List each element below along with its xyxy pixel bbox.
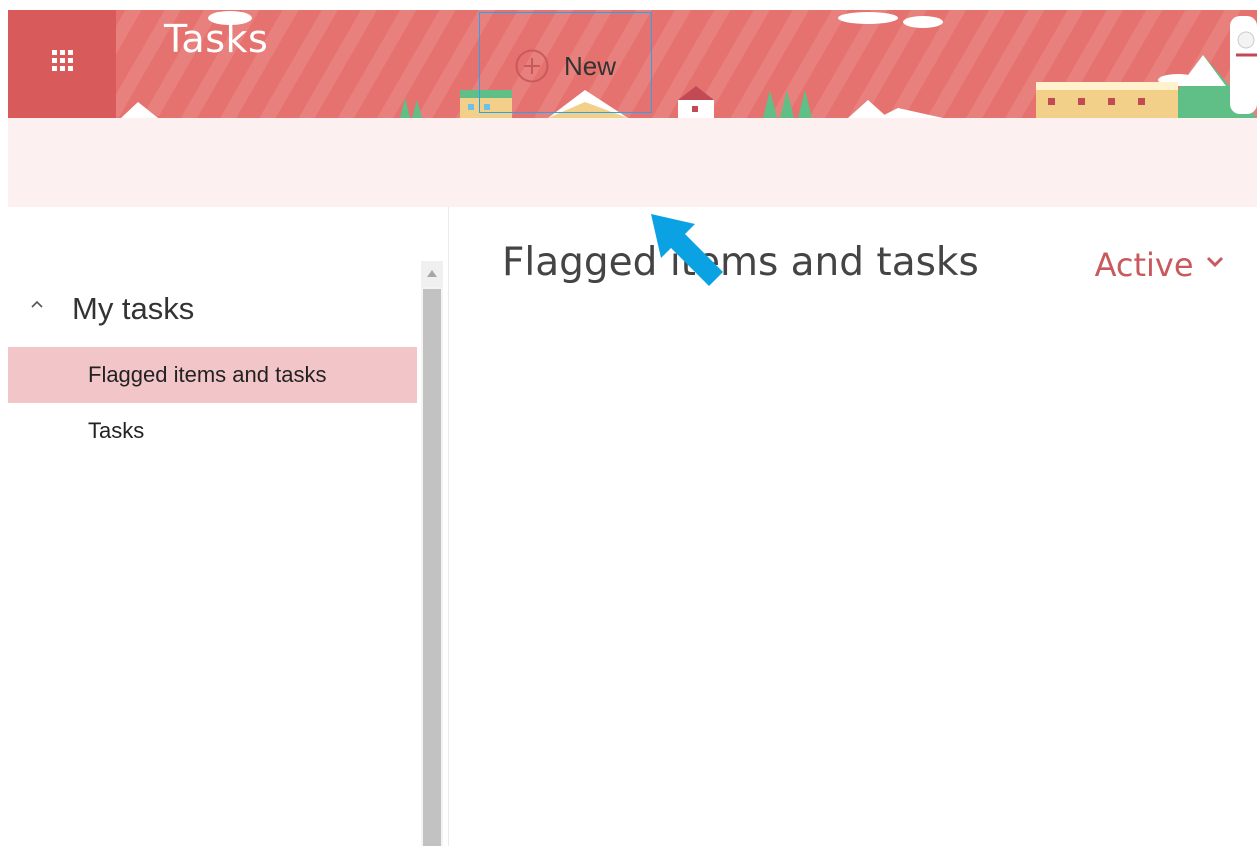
new-button-label: New bbox=[564, 51, 617, 81]
chevron-down-icon bbox=[1206, 256, 1224, 268]
group-label-my-tasks: My tasks bbox=[72, 291, 195, 326]
filter-dropdown[interactable]: Active bbox=[1095, 245, 1224, 285]
app-title: Tasks bbox=[164, 17, 269, 61]
scroll-up-button[interactable] bbox=[421, 261, 443, 287]
plus-circle-icon bbox=[515, 49, 549, 83]
outlook-tasks-window: Tasks New My tasks Flagged items and tas… bbox=[8, 10, 1257, 846]
sidebar-item-label: Flagged items and tasks bbox=[88, 362, 327, 387]
new-task-button[interactable]: New bbox=[479, 12, 652, 113]
sidebar-item-flagged-items[interactable]: Flagged items and tasks bbox=[8, 347, 417, 403]
command-bar bbox=[8, 118, 1257, 207]
my-tasks-group-toggle[interactable]: My tasks bbox=[8, 279, 417, 331]
folder-pane-scrollbar[interactable] bbox=[421, 261, 443, 846]
chevron-up-icon bbox=[31, 300, 43, 308]
scroll-up-arrow-icon bbox=[427, 270, 437, 277]
waffle-icon bbox=[52, 50, 73, 71]
folder-pane: My tasks Flagged items and tasks Tasks bbox=[8, 207, 449, 846]
sidebar-item-label: Tasks bbox=[88, 418, 145, 443]
list-title: Flagged items and tasks bbox=[502, 240, 979, 285]
task-list-pane: Flagged items and tasks Active bbox=[449, 207, 1257, 846]
sidebar-item-tasks[interactable]: Tasks bbox=[8, 403, 417, 459]
app-launcher-button[interactable] bbox=[8, 10, 116, 118]
scrollbar-thumb[interactable] bbox=[423, 289, 441, 846]
filter-label: Active bbox=[1094, 246, 1194, 284]
